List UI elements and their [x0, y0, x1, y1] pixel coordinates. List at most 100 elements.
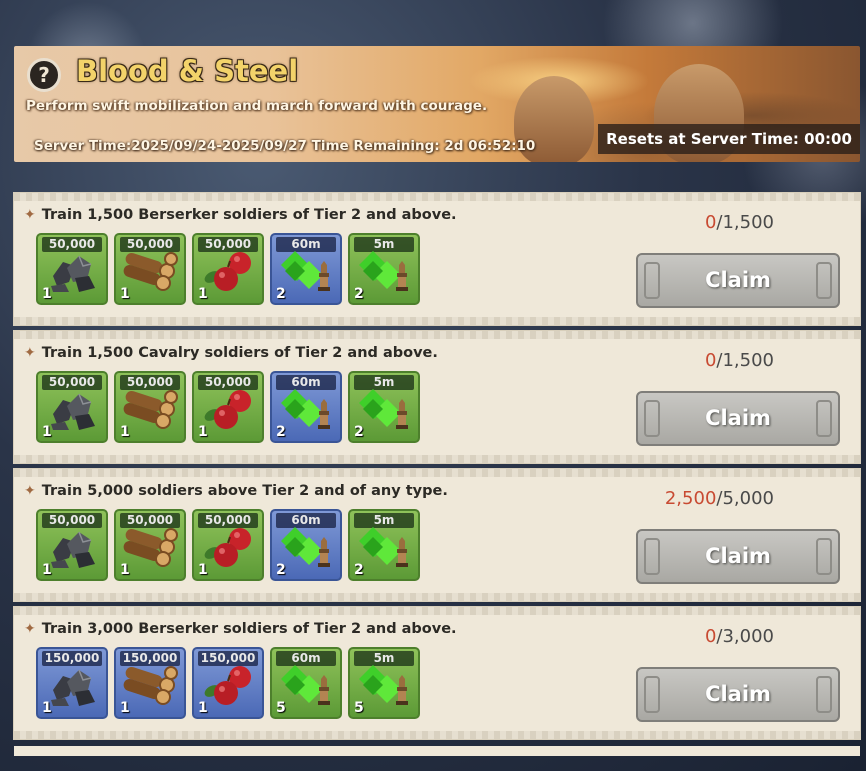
claim-button[interactable]: Claim: [636, 391, 840, 446]
reward-count: 1: [42, 562, 52, 578]
reward-item[interactable]: 50,000 1: [114, 371, 186, 443]
help-button[interactable]: ?: [27, 58, 61, 92]
claim-button[interactable]: Claim: [636, 529, 840, 584]
reward-item[interactable]: 150,000 1: [192, 647, 264, 719]
reward-count: 1: [42, 424, 52, 440]
reward-item[interactable]: 60m 5: [270, 647, 342, 719]
reward-count: 2: [276, 424, 286, 440]
server-time: Server Time:2025/09/24-2025/09/27: [34, 138, 307, 154]
reward-count: 1: [198, 700, 208, 716]
progress-current: 0: [704, 212, 717, 233]
reward-count: 2: [354, 286, 364, 302]
task-card: ✦ Train 1,500 Berserker soldiers of Tier …: [14, 193, 860, 325]
task-progress: 0/3,000: [574, 626, 774, 647]
diamond-bullet-icon: ✦: [24, 345, 36, 361]
chain-ornament-icon: [816, 262, 832, 299]
task-card: ✦ Train 3,000 Berserker soldiers of Tier …: [14, 607, 860, 739]
food-apple-icon: [200, 523, 256, 575]
iron-ore-icon: [45, 524, 99, 574]
claim-label: Claim: [705, 406, 771, 430]
diamond-bullet-icon: ✦: [24, 207, 36, 223]
progress-total: /3,000: [716, 626, 774, 647]
event-title: Blood & Steel: [76, 54, 299, 88]
next-card-edge: [14, 746, 860, 756]
task-progress: 2,500/5,000: [574, 488, 774, 509]
food-apple-icon: [200, 385, 256, 437]
task-title-text: Train 1,500 Berserker soldiers of Tier 2…: [41, 207, 457, 223]
task-title-text: Train 3,000 Berserker soldiers of Tier 2…: [41, 621, 457, 637]
task-title-text: Train 1,500 Cavalry soldiers of Tier 2 a…: [41, 345, 438, 361]
reward-item[interactable]: 60m 2: [270, 509, 342, 581]
task-progress: 0/1,500: [574, 212, 774, 233]
reward-item[interactable]: 50,000 1: [114, 233, 186, 305]
progress-current: 0: [704, 626, 717, 647]
reward-item[interactable]: 5m 5: [348, 647, 420, 719]
reward-item[interactable]: 5m 2: [348, 371, 420, 443]
progress-current: 2,500: [664, 488, 717, 509]
reward-count: 1: [42, 700, 52, 716]
chain-ornament-icon: [816, 400, 832, 437]
task-title: ✦ Train 1,500 Cavalry soldiers of Tier 2 …: [24, 345, 438, 361]
diamond-bullet-icon: ✦: [24, 483, 36, 499]
reward-count: 5: [354, 700, 364, 716]
reward-item[interactable]: 50,000 1: [36, 233, 108, 305]
event-time-info: Server Time:2025/09/24-2025/09/27 Time R…: [34, 138, 535, 154]
reward-item[interactable]: 50,000 1: [192, 509, 264, 581]
task-title: ✦ Train 3,000 Berserker soldiers of Tier …: [24, 621, 457, 637]
progress-total: /1,500: [716, 212, 774, 233]
diamond-bullet-icon: ✦: [24, 621, 36, 637]
claim-label: Claim: [705, 268, 771, 292]
claim-label: Claim: [705, 544, 771, 568]
reward-count: 1: [120, 424, 130, 440]
reward-item[interactable]: 50,000 1: [36, 509, 108, 581]
reward-count: 2: [354, 562, 364, 578]
food-apple-icon: [200, 661, 256, 713]
reward-item[interactable]: 150,000 1: [114, 647, 186, 719]
reward-item[interactable]: 5m 2: [348, 233, 420, 305]
reward-count: 2: [276, 286, 286, 302]
reward-count: 1: [198, 562, 208, 578]
reward-count: 1: [120, 562, 130, 578]
task-title: ✦ Train 5,000 soldiers above Tier 2 and o…: [24, 483, 448, 499]
chain-ornament-icon: [644, 262, 660, 299]
chain-ornament-icon: [816, 538, 832, 575]
reward-count: 1: [198, 424, 208, 440]
reward-count: 1: [198, 286, 208, 302]
reward-item[interactable]: 60m 2: [270, 371, 342, 443]
reward-item[interactable]: 5m 2: [348, 509, 420, 581]
task-progress: 0/1,500: [574, 350, 774, 371]
food-apple-icon: [200, 247, 256, 299]
event-subtitle: Perform swift mobilization and march for…: [26, 98, 488, 114]
reward-item[interactable]: 150,000 1: [36, 647, 108, 719]
reward-count: 2: [276, 562, 286, 578]
progress-total: /5,000: [716, 488, 774, 509]
claim-button[interactable]: Claim: [636, 253, 840, 308]
reset-time: Resets at Server Time: 00:00: [598, 124, 860, 154]
reward-item[interactable]: 50,000 1: [192, 233, 264, 305]
reward-count: 5: [276, 700, 286, 716]
iron-ore-icon: [45, 386, 99, 436]
chain-ornament-icon: [644, 676, 660, 713]
claim-label: Claim: [705, 682, 771, 706]
progress-total: /1,500: [716, 350, 774, 371]
reward-item[interactable]: 50,000 1: [114, 509, 186, 581]
reward-item[interactable]: 50,000 1: [192, 371, 264, 443]
reward-count: 1: [120, 286, 130, 302]
reward-count: 2: [354, 424, 364, 440]
task-title-text: Train 5,000 soldiers above Tier 2 and of…: [41, 483, 448, 499]
task-card: ✦ Train 1,500 Cavalry soldiers of Tier 2 …: [14, 331, 860, 463]
task-title: ✦ Train 1,500 Berserker soldiers of Tier …: [24, 207, 457, 223]
event-banner: ? Blood & Steel Perform swift mobilizati…: [14, 46, 860, 162]
chain-ornament-icon: [644, 400, 660, 437]
claim-button[interactable]: Claim: [636, 667, 840, 722]
iron-ore-icon: [45, 248, 99, 298]
progress-current: 0: [704, 350, 717, 371]
chain-ornament-icon: [816, 676, 832, 713]
time-remaining: Time Remaining: 2d 06:52:10: [311, 138, 536, 154]
reward-item[interactable]: 60m 2: [270, 233, 342, 305]
iron-ore-icon: [45, 662, 99, 712]
reward-item[interactable]: 50,000 1: [36, 371, 108, 443]
reward-count: 1: [42, 286, 52, 302]
chain-ornament-icon: [644, 538, 660, 575]
task-card: ✦ Train 5,000 soldiers above Tier 2 and o…: [14, 469, 860, 601]
